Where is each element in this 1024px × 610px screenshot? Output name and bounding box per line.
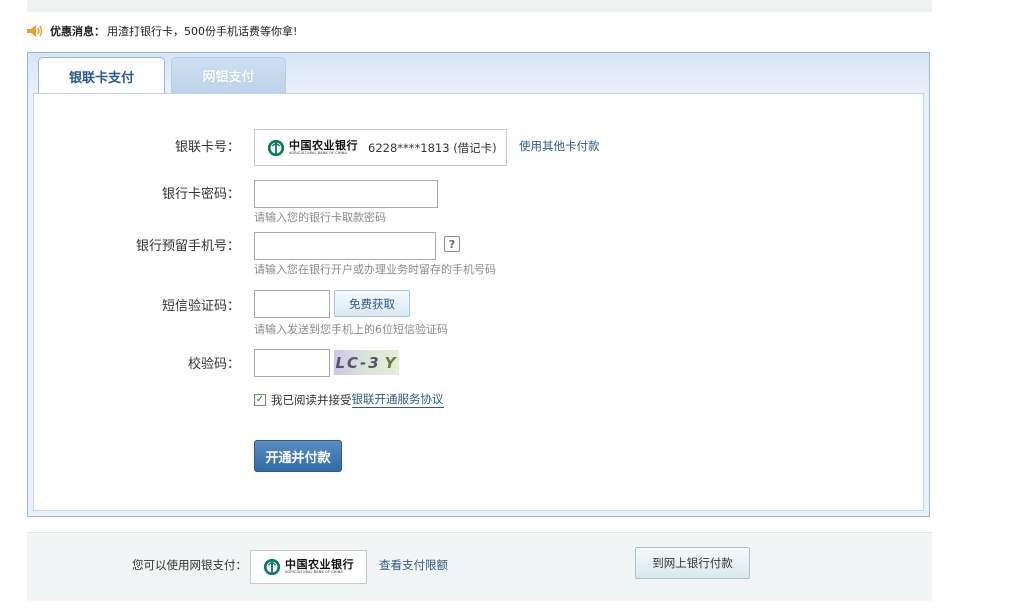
tab-online-banking[interactable]: 网银支付 [171, 57, 286, 93]
payment-limit-link[interactable]: 查看支付限额 [379, 557, 448, 573]
agree-text: 我已阅读并接受 [271, 392, 352, 407]
get-sms-code-button[interactable]: 免费获取 [334, 290, 410, 317]
bank-logo: 中国农业银行 AGRICULTURAL BANK OF CHINA [267, 139, 358, 157]
password-label: 银行卡密码： [161, 187, 240, 202]
captcha-input[interactable] [254, 349, 330, 377]
other-card-link[interactable]: 使用其他卡付款 [519, 138, 600, 154]
promo-title: 优惠消息： [50, 25, 105, 38]
speaker-icon [27, 25, 43, 37]
online-banking-pay-button[interactable]: 到网上银行付款 [635, 547, 750, 579]
agree-checkbox[interactable]: ✓ [254, 393, 266, 406]
tab-unionpay-card[interactable]: 银联卡支付 [38, 57, 165, 94]
captcha-text-tail: Y [384, 353, 398, 372]
activate-and-pay-button[interactable]: 开通并付款 [254, 440, 342, 472]
payment-panel: 银联卡支付 网银支付 [27, 52, 930, 517]
captcha-text: LC-3 [335, 353, 381, 372]
bank-name: 中国农业银行 [285, 558, 354, 572]
phone-label: 银行预留手机号： [135, 239, 240, 254]
netbank-bank-logo[interactable]: 中国农业银行 AGRICULTURAL BANK OF CHINA [250, 550, 367, 584]
captcha-image[interactable]: LC-3 Y [334, 350, 399, 375]
abc-emblem-icon [267, 139, 285, 156]
promo-banner: 优惠消息： 用渣打银行卡，500份手机话费等你拿! [26, 22, 297, 40]
sms-hint: 请输入发送到您手机上的6位短信验证码 [254, 323, 448, 336]
card-number: 6228****1813 (借记卡) [368, 140, 497, 155]
netbank-label: 您可以使用网银支付： [132, 558, 247, 572]
bank-name: 中国农业银行 [289, 138, 358, 152]
password-input[interactable] [254, 180, 438, 208]
agreement-link[interactable]: 银联开通服务协议 [351, 391, 444, 408]
top-strip [27, 0, 932, 12]
sms-code-input[interactable] [254, 290, 330, 318]
captcha-label: 校验码： [187, 357, 240, 372]
bank-name-en: AGRICULTURAL BANK OF CHINA [289, 150, 347, 155]
card-selector[interactable]: 中国农业银行 AGRICULTURAL BANK OF CHINA 6228**… [254, 129, 507, 166]
help-icon[interactable]: ? [444, 236, 460, 252]
password-hint: 请输入您的银行卡取款密码 [254, 211, 386, 224]
bank-name-en: AGRICULTURAL BANK OF CHINA [285, 570, 343, 575]
phone-input[interactable] [254, 232, 436, 260]
promo-text: 用渣打银行卡，500份手机话费等你拿! [107, 25, 298, 38]
phone-hint: 请输入您在银行开户或办理业务时留存的手机号码 [254, 263, 496, 276]
bank-logo-bottom: 中国农业银行 AGRICULTURAL BANK OF CHINA [263, 558, 354, 576]
card-number-label: 银联卡号： [174, 140, 240, 155]
sms-label: 短信验证码： [161, 299, 240, 314]
agreement-row: ✓ 我已阅读并接受 银联开通服务协议 [254, 391, 444, 408]
abc-emblem-icon [263, 558, 281, 576]
